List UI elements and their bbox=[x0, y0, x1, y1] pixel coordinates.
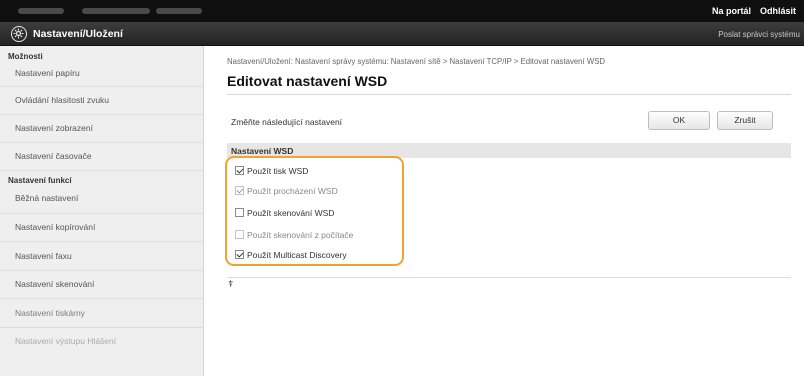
option-wsd-scanning[interactable]: Použít skenování WSD bbox=[235, 208, 334, 220]
blurred-device-info bbox=[156, 8, 202, 14]
blurred-device-name bbox=[18, 8, 64, 14]
sidebar-item-copy-settings[interactable]: Nastavení kopírování bbox=[15, 222, 200, 232]
divider bbox=[0, 298, 204, 299]
send-to-admin-link[interactable]: Poslat správci systému bbox=[718, 30, 800, 39]
sidebar-item-volume-control[interactable]: Ovládání hlasitosti zvuku bbox=[15, 95, 200, 105]
divider bbox=[0, 114, 204, 115]
option-label: Použít Multicast Discovery bbox=[247, 250, 347, 260]
sidebar-item-report-output-settings[interactable]: Nastavení výstupu Hlášení bbox=[15, 336, 200, 346]
divider bbox=[0, 170, 204, 171]
divider bbox=[0, 142, 204, 143]
divider bbox=[0, 270, 204, 271]
divider bbox=[0, 327, 204, 328]
option-label: Použít procházení WSD bbox=[247, 186, 338, 196]
section-title: Nastavení WSD bbox=[231, 146, 294, 156]
settings-icon bbox=[11, 26, 27, 42]
option-wsd-browsing: Použít procházení WSD bbox=[235, 186, 338, 198]
title-bar: Nastavení/Uložení Poslat správci systému bbox=[0, 22, 804, 46]
divider bbox=[227, 277, 791, 278]
breadcrumb[interactable]: Nastavení/Uložení: Nastavení správy syst… bbox=[227, 57, 605, 66]
checkbox-wsd-printing[interactable] bbox=[235, 166, 244, 175]
sidebar-heading-function-settings: Nastavení funkcí bbox=[8, 176, 72, 185]
cancel-button[interactable]: Zrušit bbox=[717, 111, 773, 130]
option-multicast-discovery[interactable]: Použít Multicast Discovery bbox=[235, 250, 347, 262]
instruction-text: Změňte následující nastavení bbox=[231, 117, 343, 127]
divider bbox=[0, 86, 204, 87]
checkbox-computer-scanning bbox=[235, 230, 244, 239]
option-computer-scanning: Použít skenování z počítače bbox=[235, 230, 353, 242]
sidebar-item-display-settings[interactable]: Nastavení zobrazení bbox=[15, 123, 200, 133]
top-bar: Na portál Odhlásit bbox=[0, 0, 804, 22]
divider bbox=[0, 213, 204, 214]
option-label: Použít skenování WSD bbox=[247, 208, 335, 218]
ok-button[interactable]: OK bbox=[648, 111, 710, 130]
sidebar-item-paper-settings[interactable]: Nastavení papíru bbox=[15, 68, 200, 78]
sidebar: Možnosti Nastavení papíru Ovládání hlasi… bbox=[0, 46, 204, 376]
page-title: Editovat nastavení WSD bbox=[227, 73, 388, 89]
sidebar-item-common-settings[interactable]: Běžná nastavení bbox=[15, 193, 200, 203]
back-to-top-icon[interactable]: ⍒ bbox=[228, 279, 233, 290]
sidebar-item-fax-settings[interactable]: Nastavení faxu bbox=[15, 251, 200, 261]
sidebar-heading-options: Možnosti bbox=[8, 52, 43, 61]
checkbox-wsd-browsing bbox=[235, 186, 244, 195]
option-label: Použít tisk WSD bbox=[247, 166, 309, 176]
option-label: Použít skenování z počítače bbox=[247, 230, 354, 240]
sidebar-item-timer-settings[interactable]: Nastavení časovače bbox=[15, 151, 200, 161]
portal-link[interactable]: Na portál bbox=[712, 6, 751, 16]
checkbox-wsd-scanning[interactable] bbox=[235, 208, 244, 217]
divider bbox=[227, 94, 791, 95]
logout-link[interactable]: Odhlásit bbox=[760, 6, 796, 16]
blurred-device-model bbox=[82, 8, 150, 14]
checkbox-multicast-discovery[interactable] bbox=[235, 250, 244, 259]
sidebar-item-scan-settings[interactable]: Nastavení skenování bbox=[15, 279, 200, 289]
sidebar-item-printer-settings[interactable]: Nastavení tiskárny bbox=[15, 308, 200, 318]
page-header-title: Nastavení/Uložení bbox=[33, 28, 123, 40]
divider bbox=[0, 241, 204, 242]
option-wsd-printing[interactable]: Použít tisk WSD bbox=[235, 166, 308, 178]
